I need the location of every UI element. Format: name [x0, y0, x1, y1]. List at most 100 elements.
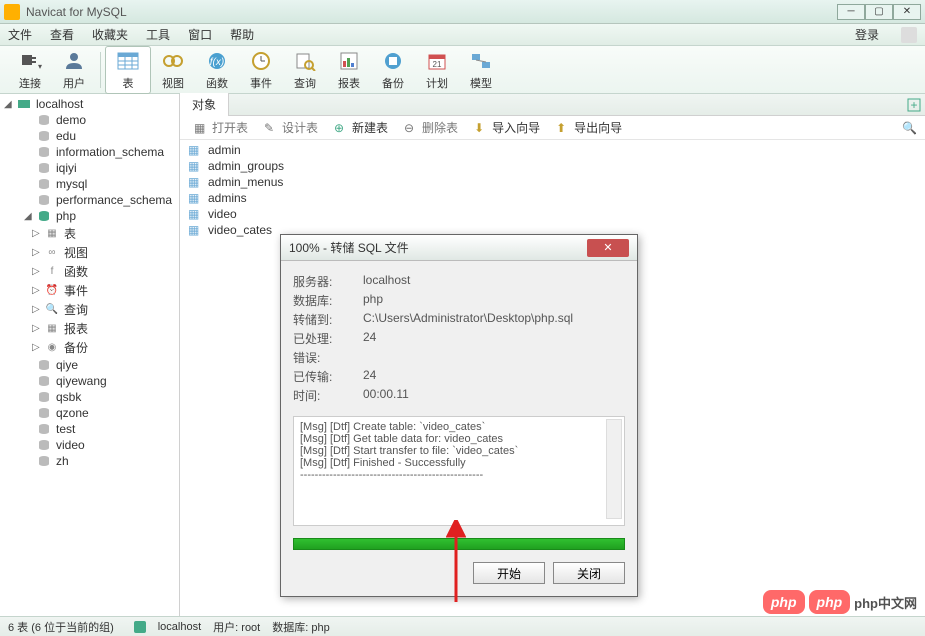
- tree-php-table[interactable]: ▷▦表: [0, 224, 179, 243]
- action-export[interactable]: ⬆导出向导: [550, 117, 628, 138]
- action-open-table[interactable]: ▦打开表: [188, 117, 254, 138]
- tree-db-video[interactable]: video: [0, 437, 179, 453]
- report-icon: ▦: [44, 322, 60, 336]
- action-design-table[interactable]: ✎设计表: [258, 117, 324, 138]
- maximize-button[interactable]: ▢: [865, 4, 893, 20]
- tree-db-qiye[interactable]: qiye: [0, 357, 179, 373]
- table-item[interactable]: ▦admin_menus: [184, 174, 921, 190]
- tree-db-test[interactable]: test: [0, 421, 179, 437]
- start-button[interactable]: 开始: [473, 562, 545, 584]
- database-icon: [36, 438, 52, 452]
- tree-php-view[interactable]: ▷∞视图: [0, 243, 179, 262]
- menu-file[interactable]: 文件: [8, 26, 32, 43]
- search-icon[interactable]: 🔍: [902, 121, 917, 135]
- action-new-table[interactable]: ⊕新建表: [328, 117, 394, 138]
- status-connection: localhost: [158, 621, 201, 633]
- model-icon: [467, 49, 495, 73]
- svg-text:+: +: [910, 98, 917, 112]
- menu-tools[interactable]: 工具: [146, 26, 170, 43]
- label-processed: 已处理:: [293, 330, 363, 347]
- database-icon: [36, 161, 52, 175]
- table-item[interactable]: ▦admins: [184, 190, 921, 206]
- tree-db-information_schema[interactable]: information_schema: [0, 144, 179, 160]
- toolbar-function[interactable]: f(x) 函数: [195, 47, 239, 93]
- tree-db-qsbk[interactable]: qsbk: [0, 389, 179, 405]
- database-icon: [36, 454, 52, 468]
- dialog-titlebar[interactable]: 100% - 转储 SQL 文件 ✕: [281, 235, 637, 261]
- menu-login[interactable]: 登录: [855, 26, 879, 43]
- tree-db-qzone[interactable]: qzone: [0, 405, 179, 421]
- toolbar-query[interactable]: 查询: [283, 47, 327, 93]
- toolbar-backup[interactable]: 备份: [371, 47, 415, 93]
- svg-text:f(x): f(x): [210, 57, 224, 68]
- status-user: 用户: root: [213, 619, 260, 635]
- svg-text:21: 21: [433, 60, 442, 69]
- table-icon: ▦: [44, 227, 60, 241]
- window-controls: ─ ▢ ✕: [837, 4, 921, 20]
- toolbar-event[interactable]: 事件: [239, 47, 283, 93]
- database-icon: [36, 422, 52, 436]
- table-item[interactable]: ▦admin: [184, 142, 921, 158]
- toolbar-connection[interactable]: ▾ 连接: [8, 47, 52, 93]
- tab-add-icon[interactable]: +: [907, 98, 925, 112]
- label-saveto: 转储到:: [293, 311, 363, 328]
- tree-connection-localhost[interactable]: ◢ localhost: [0, 96, 179, 112]
- backup-icon: [379, 49, 407, 73]
- eye-icon: [159, 49, 187, 73]
- tree-php-query[interactable]: ▷🔍查询: [0, 300, 179, 319]
- connection-icon: [16, 97, 32, 111]
- label-server: 服务器:: [293, 273, 363, 290]
- tree-db-mysql[interactable]: mysql: [0, 176, 179, 192]
- toolbar-view[interactable]: 视图: [151, 47, 195, 93]
- menu-help[interactable]: 帮助: [230, 26, 254, 43]
- svg-text:▾: ▾: [38, 62, 42, 71]
- function-icon: f: [44, 265, 60, 279]
- tree-php-report[interactable]: ▷▦报表: [0, 319, 179, 338]
- close-button[interactable]: 关闭: [553, 562, 625, 584]
- menu-favorites[interactable]: 收藏夹: [92, 26, 128, 43]
- table-icon: ▦: [188, 207, 204, 221]
- toolbar-user[interactable]: 用户: [52, 47, 96, 93]
- connection-indicator-icon: [134, 621, 146, 633]
- tree-db-qiyewang[interactable]: qiyewang: [0, 373, 179, 389]
- status-count: 6 表 (6 位于当前的组): [8, 619, 114, 635]
- menu-window[interactable]: 窗口: [188, 26, 212, 43]
- watermark-badge2: php: [809, 590, 851, 614]
- tree-db-zh[interactable]: zh: [0, 453, 179, 469]
- value-database: php: [363, 292, 383, 309]
- expand-arrow-icon: ◢: [4, 99, 16, 110]
- backup-icon: ◉: [44, 341, 60, 355]
- tree-php-event[interactable]: ▷⏰事件: [0, 281, 179, 300]
- function-icon: f(x): [203, 49, 231, 73]
- toolbar-schedule[interactable]: 21 计划: [415, 47, 459, 93]
- watermark-badge: php: [763, 590, 805, 614]
- minimize-button[interactable]: ─: [837, 4, 865, 20]
- toolbar-report[interactable]: 报表: [327, 47, 371, 93]
- table-item[interactable]: ▦admin_groups: [184, 158, 921, 174]
- dialog-close-button[interactable]: ✕: [587, 239, 629, 257]
- tree-db-demo[interactable]: demo: [0, 112, 179, 128]
- tree-php-function[interactable]: ▷f函数: [0, 262, 179, 281]
- action-import[interactable]: ⬇导入向导: [468, 117, 546, 138]
- toolbar-table[interactable]: 表: [105, 46, 151, 94]
- value-time: 00:00.11: [363, 387, 409, 404]
- table-icon: ▦: [188, 223, 204, 237]
- tab-objects[interactable]: 对象: [180, 93, 229, 116]
- expand-arrow-icon: ▷: [32, 304, 44, 315]
- tree-db-edu[interactable]: edu: [0, 128, 179, 144]
- annotation-arrow: [446, 520, 466, 602]
- action-delete-table[interactable]: ⊖删除表: [398, 117, 464, 138]
- close-button[interactable]: ✕: [893, 4, 921, 20]
- tree-db-performance_schema[interactable]: performance_schema: [0, 192, 179, 208]
- scrollbar[interactable]: [606, 419, 622, 519]
- value-processed: 24: [363, 330, 376, 347]
- avatar-icon[interactable]: [901, 27, 917, 43]
- table-item[interactable]: ▦video: [184, 206, 921, 222]
- toolbar-model[interactable]: 模型: [459, 47, 503, 93]
- table-icon: ▦: [188, 159, 204, 173]
- message-log[interactable]: [Msg] [Dtf] Create table: `video_cates`[…: [293, 416, 625, 526]
- tree-php-backup[interactable]: ▷◉备份: [0, 338, 179, 357]
- tree-db-php[interactable]: ◢ php: [0, 208, 179, 224]
- menu-view[interactable]: 查看: [50, 26, 74, 43]
- tree-db-iqiyi[interactable]: iqiyi: [0, 160, 179, 176]
